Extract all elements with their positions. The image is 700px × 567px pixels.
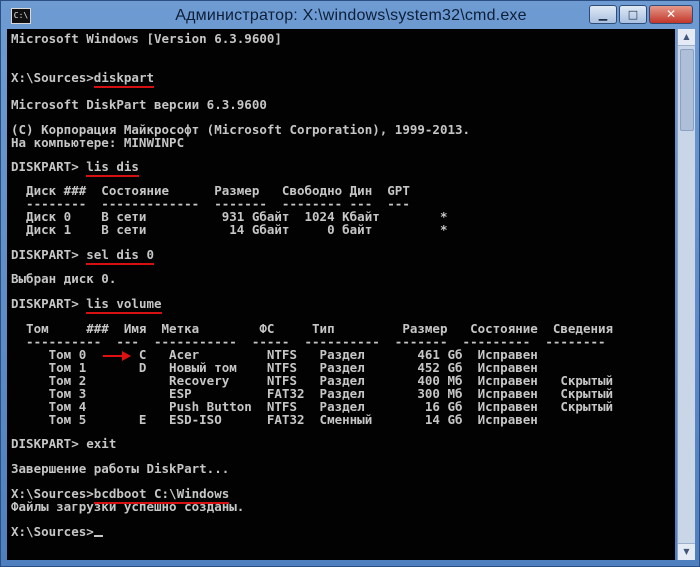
command-lis-dis: lis dis: [86, 159, 139, 177]
close-button[interactable]: ✕: [649, 5, 693, 24]
window-controls: ▁ □ ✕: [589, 5, 693, 25]
command-diskpart: diskpart: [93, 70, 155, 88]
text-cursor: [93, 535, 103, 537]
volume-table-row: Том 5 E ESD-ISO FAT32 Сменный 14 Gб Испр…: [11, 412, 538, 427]
arrow-head: [122, 351, 131, 361]
arrow-shaft: [103, 355, 123, 357]
command-lis-volume: lis volume: [86, 296, 162, 314]
bcdboot-result: Файлы загрузки успешно созданы.: [11, 499, 245, 514]
scroll-up-arrow-icon[interactable]: ▲: [678, 29, 695, 46]
diskpart-version: Microsoft DiskPart версии 6.3.9600: [11, 97, 267, 112]
prompt: X:\Sources>: [11, 524, 94, 539]
prompt: DISKPART>: [11, 159, 87, 174]
vertical-scrollbar[interactable]: ▲ ▼: [677, 29, 695, 560]
prompt: DISKPART>: [11, 247, 87, 262]
scroll-down-arrow-icon[interactable]: ▼: [678, 543, 695, 560]
diskpart-exit-message: Завершение работы DiskPart...: [11, 461, 230, 476]
cmd-window: C:\ Администратор: X:\windows\system32\c…: [0, 0, 700, 567]
disk-table-row: Диск 1 В сети 14 Gбайт 0 байт *: [11, 222, 448, 237]
prompt: DISKPART>: [11, 296, 87, 311]
prompt-line-sel-dis: DISKPART> sel dis 0: [11, 247, 154, 265]
prompt: X:\Sources>: [11, 70, 94, 85]
computer-line: На компьютере: MINWINPC: [11, 135, 185, 150]
console-header: Microsoft Windows [Version 6.3.9600]: [11, 31, 282, 46]
red-arrow-annotation: [103, 351, 133, 361]
scrollbar-thumb[interactable]: [680, 49, 694, 131]
exit-line: DISKPART> exit: [11, 436, 117, 451]
title-bar[interactable]: C:\ Администратор: X:\windows\system32\c…: [1, 1, 700, 31]
command-sel-dis: sel dis 0: [86, 247, 154, 265]
minimize-button[interactable]: ▁: [589, 5, 617, 24]
prompt-line-lis-volume: DISKPART> lis volume: [11, 296, 162, 314]
prompt-line-current: X:\Sources>: [11, 525, 103, 538]
prompt-line-diskpart: X:\Sources>diskpart: [11, 70, 155, 88]
maximize-button[interactable]: □: [619, 5, 647, 24]
console-output[interactable]: Microsoft Windows [Version 6.3.9600] X:\…: [7, 29, 675, 560]
disk-selected-message: Выбран диск 0.: [11, 271, 117, 286]
prompt-line-lis-dis: DISKPART> lis dis: [11, 159, 139, 177]
